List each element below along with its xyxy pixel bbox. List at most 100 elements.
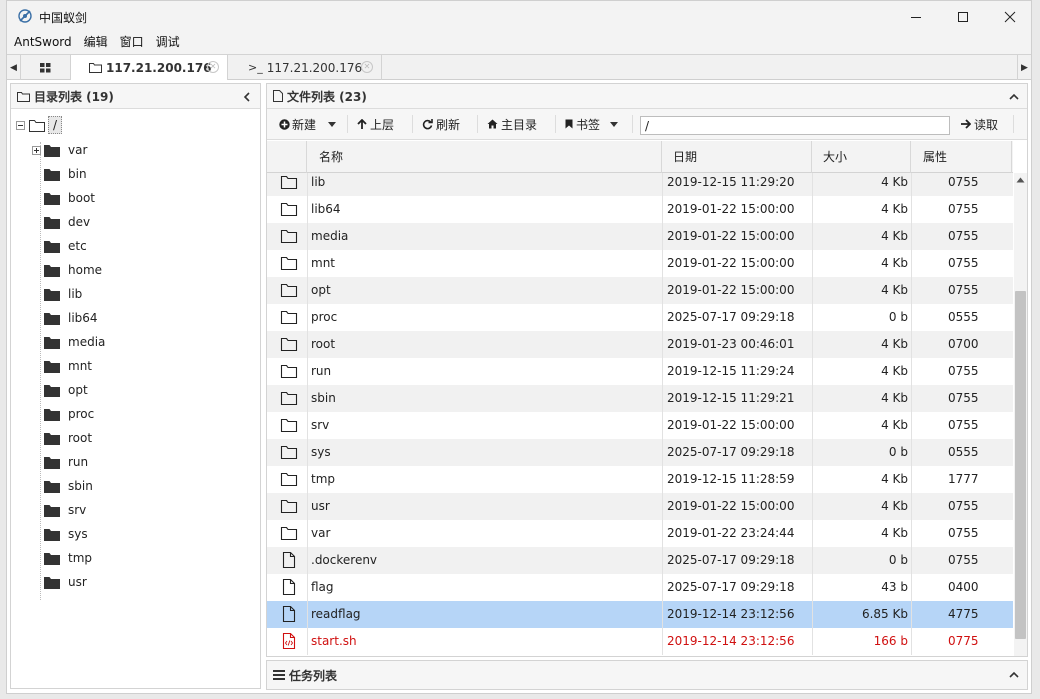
tree-node-run[interactable]: run: [44, 453, 88, 471]
folder-icon: [44, 192, 60, 205]
directory-panel: 目录列表 (19) / var bin boot dev etc home lib lib64…: [10, 83, 261, 689]
scroll-up-icon[interactable]: [1016, 177, 1025, 183]
folder-icon: [44, 240, 60, 253]
menu-window[interactable]: 窗口: [114, 32, 150, 54]
tab-terminal[interactable]: >_ 117.21.200.176 ✕: [228, 55, 382, 80]
column-divider: [911, 196, 912, 223]
collapse-icon[interactable]: [16, 120, 25, 130]
tab-home[interactable]: [21, 55, 71, 80]
column-divider: [662, 412, 663, 439]
tree-node-usr[interactable]: usr: [44, 573, 87, 591]
tab-scroll-left-button[interactable]: ◀: [7, 55, 21, 80]
column-divider: [307, 304, 308, 331]
file-row[interactable]: tmp 2019-12-15 11:28:59 4 Kb 1777: [267, 466, 1013, 493]
tree-node-proc[interactable]: proc: [44, 405, 94, 423]
folder-outline-icon: [280, 283, 298, 298]
expand-panel-button[interactable]: [1001, 661, 1027, 689]
tree-node-srv[interactable]: srv: [44, 501, 86, 519]
file-row[interactable]: run 2019-12-15 11:29:24 4 Kb 0755: [267, 358, 1013, 385]
file-row[interactable]: lib 2019-12-15 11:29:20 4 Kb 0755: [267, 173, 1013, 196]
toolbar-separator: [477, 115, 478, 133]
file-size: 43 b: [881, 580, 908, 594]
toolbar-separator: [412, 115, 413, 133]
file-row[interactable]: readflag 2019-12-14 23:12:56 6.85 Kb 4775: [267, 601, 1013, 628]
column-divider: [662, 173, 663, 196]
refresh-button[interactable]: 刷新: [422, 109, 460, 139]
collapse-panel-button[interactable]: [1001, 84, 1027, 109]
file-date: 2025-07-17 09:29:18: [667, 553, 795, 567]
tab-file-manager[interactable]: 117.21.200.176 ✕: [71, 55, 228, 80]
file-row[interactable]: flag 2025-07-17 09:29:18 43 b 0400: [267, 574, 1013, 601]
file-attr: 0555: [948, 310, 979, 324]
menu-debug[interactable]: 调试: [150, 32, 186, 54]
file-grid-scrollbar[interactable]: [1014, 173, 1027, 656]
column-divider: [911, 601, 912, 628]
file-row[interactable]: lib64 2019-01-22 15:00:00 4 Kb 0755: [267, 196, 1013, 223]
file-name: start.sh: [311, 634, 357, 648]
close-tab-icon[interactable]: ✕: [207, 61, 219, 73]
close-button[interactable]: [987, 1, 1031, 32]
file-row[interactable]: srv 2019-01-22 15:00:00 4 Kb 0755: [267, 412, 1013, 439]
file-attr: 0755: [948, 256, 979, 270]
tree-node-lib64[interactable]: lib64: [44, 309, 98, 327]
new-button[interactable]: 新建: [279, 109, 337, 139]
file-row[interactable]: proc 2025-07-17 09:29:18 0 b 0555: [267, 304, 1013, 331]
file-row[interactable]: root 2019-01-23 00:46:01 4 Kb 0700: [267, 331, 1013, 358]
tree-node-etc[interactable]: etc: [44, 237, 87, 255]
folder-outline-icon: [280, 337, 298, 352]
file-row[interactable]: start.sh 2019-12-14 23:12:56 166 b 0775: [267, 628, 1013, 655]
file-row[interactable]: opt 2019-01-22 15:00:00 4 Kb 0755: [267, 277, 1013, 304]
folder-icon: [44, 528, 60, 541]
file-row[interactable]: sbin 2019-12-15 11:29:21 4 Kb 0755: [267, 385, 1013, 412]
home-dir-button[interactable]: 主目录: [487, 109, 537, 139]
maximize-icon: [958, 11, 968, 22]
tree-node-tmp[interactable]: tmp: [44, 549, 92, 567]
column-divider: [911, 173, 912, 196]
tree-node-lib[interactable]: lib: [44, 285, 82, 303]
file-row[interactable]: .dockerenv 2025-07-17 09:29:18 0 b 0755: [267, 547, 1013, 574]
column-divider: [662, 277, 663, 304]
tree-node-sbin[interactable]: sbin: [44, 477, 93, 495]
file-size: 4 Kb: [881, 526, 908, 540]
tree-node-sys[interactable]: sys: [44, 525, 88, 543]
arrow-up-icon: [357, 118, 367, 129]
maximize-button[interactable]: [940, 1, 986, 32]
tree-node-opt[interactable]: opt: [44, 381, 88, 399]
bookmark-button[interactable]: 书签: [565, 109, 619, 139]
up-button[interactable]: 上层: [357, 109, 394, 139]
file-name: lib64: [311, 202, 341, 216]
tree-node-bin[interactable]: bin: [44, 165, 87, 183]
file-date: 2025-07-17 09:29:18: [667, 445, 795, 459]
file-row[interactable]: sys 2025-07-17 09:29:18 0 b 0555: [267, 439, 1013, 466]
tree-root-node[interactable]: /: [16, 116, 63, 134]
file-row[interactable]: media 2019-01-22 15:00:00 4 Kb 0755: [267, 223, 1013, 250]
file-name: proc: [311, 310, 338, 324]
minimize-button[interactable]: [893, 1, 939, 32]
path-input[interactable]: [640, 116, 950, 135]
column-date-header[interactable]: 日期: [662, 141, 812, 173]
close-tab-icon[interactable]: ✕: [361, 61, 373, 73]
collapse-panel-button[interactable]: [234, 84, 260, 109]
file-row[interactable]: usr 2019-01-22 15:00:00 4 Kb 0755: [267, 493, 1013, 520]
tree-node-dev[interactable]: dev: [44, 213, 90, 231]
tree-node-mnt[interactable]: mnt: [44, 357, 92, 375]
expand-icon[interactable]: [32, 145, 41, 155]
column-attr-header[interactable]: 属性: [911, 141, 1012, 173]
tree-node-root[interactable]: root: [44, 429, 92, 447]
read-button[interactable]: 读取: [960, 109, 998, 139]
tree-node-label: proc: [68, 407, 95, 421]
tab-scroll-right-button[interactable]: ▶: [1017, 55, 1031, 80]
tree-node-media[interactable]: media: [44, 333, 105, 351]
column-divider: [307, 223, 308, 250]
file-row[interactable]: mnt 2019-01-22 15:00:00 4 Kb 0755: [267, 250, 1013, 277]
menu-antsword[interactable]: AntSword: [7, 32, 78, 54]
file-row[interactable]: var 2019-01-22 23:24:44 4 Kb 0755: [267, 520, 1013, 547]
scrollbar-thumb[interactable]: [1015, 291, 1026, 639]
file-attr: 1777: [948, 472, 979, 486]
menu-edit[interactable]: 编辑: [78, 32, 114, 54]
tree-node-var[interactable]: var: [32, 141, 87, 159]
column-name-header[interactable]: 名称: [307, 141, 662, 173]
column-size-header[interactable]: 大小: [812, 141, 911, 173]
tree-node-home[interactable]: home: [44, 261, 102, 279]
tree-node-boot[interactable]: boot: [44, 189, 95, 207]
